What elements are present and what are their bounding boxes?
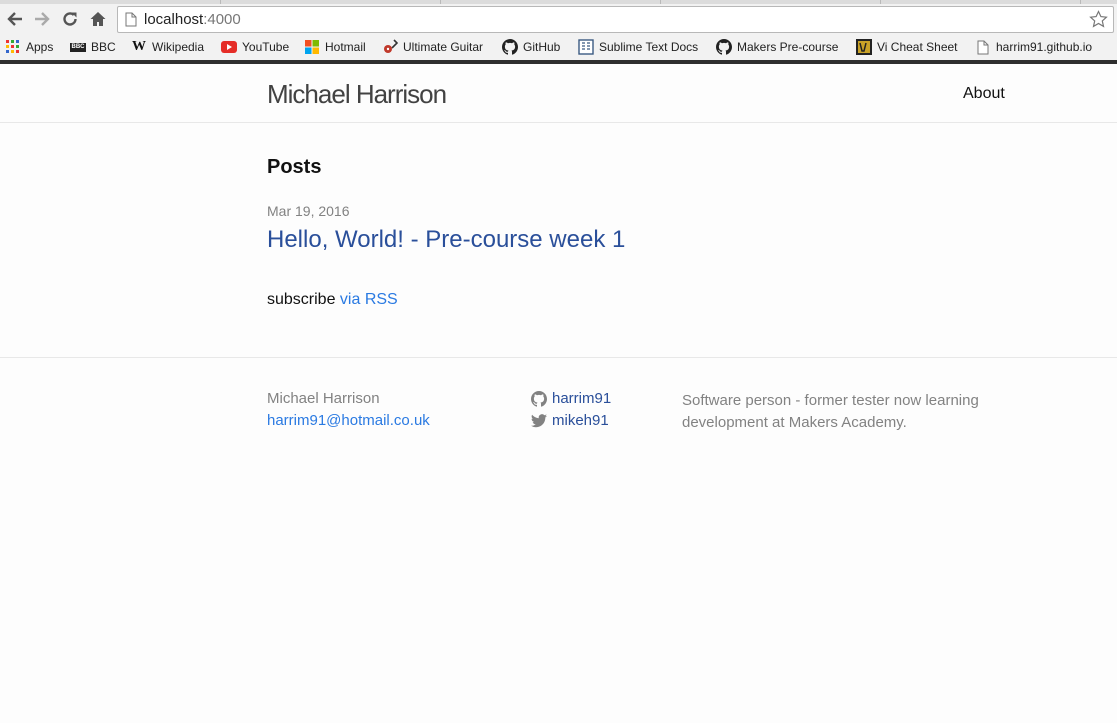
- footer-github-link[interactable]: harrim91: [531, 390, 611, 407]
- bookmark-bbc[interactable]: BBC BBC: [70, 38, 116, 56]
- bookmark-sublime-text-docs[interactable]: Sublime Text Docs: [578, 38, 698, 56]
- youtube-icon: [221, 39, 237, 55]
- subscribe-line: subscribe via RSS: [267, 291, 398, 309]
- bbc-icon: BBC: [70, 42, 86, 52]
- guitar-icon: [382, 39, 398, 55]
- bookmark-label: Hotmail: [325, 40, 366, 54]
- bookmark-label: Apps: [26, 40, 54, 54]
- bookmark-label: Makers Pre-course: [737, 40, 839, 54]
- bookmark-label: Sublime Text Docs: [599, 40, 699, 54]
- bookmark-label: GitHub: [523, 40, 561, 54]
- github-icon: [502, 39, 518, 55]
- vi-icon: [856, 39, 872, 55]
- bookmark-label: Ultimate Guitar: [403, 40, 484, 54]
- footer-description: Software person - former tester now lear…: [682, 392, 979, 431]
- github-icon: [531, 390, 547, 407]
- footer-email-link[interactable]: harrim91@hotmail.co.uk: [267, 412, 430, 429]
- rss-link[interactable]: via RSS: [340, 291, 398, 308]
- posts-heading: Posts: [267, 156, 322, 178]
- page-icon: [975, 39, 991, 55]
- forward-arrow-icon: [35, 12, 50, 26]
- twitter-icon: [531, 413, 547, 429]
- github-icon: [716, 39, 732, 55]
- bookmark-makers-pre-course[interactable]: Makers Pre-course: [716, 38, 838, 56]
- subscribe-text: subscribe: [267, 291, 340, 308]
- bookmark-github[interactable]: GitHub: [502, 38, 560, 56]
- bookmark-label: BBC: [91, 40, 116, 54]
- bookmark-hotmail[interactable]: Hotmail: [304, 38, 366, 56]
- bookmark-vi-cheat-sheet[interactable]: Vi Cheat Sheet: [856, 38, 958, 56]
- reload-icon: [63, 12, 77, 26]
- reload-button[interactable]: [59, 8, 81, 30]
- bookmark-ultimate-guitar[interactable]: Ultimate Guitar: [382, 38, 483, 56]
- bookmark-youtube[interactable]: YouTube: [221, 38, 289, 56]
- post-date: Mar 19, 2016: [267, 203, 350, 219]
- back-button[interactable]: [4, 8, 26, 30]
- footer-twitter-link[interactable]: mikeh91: [531, 412, 609, 429]
- home-button[interactable]: [87, 8, 109, 30]
- nav-about-link[interactable]: About: [963, 85, 1005, 103]
- microsoft-icon: [304, 39, 320, 55]
- bookmark-apps[interactable]: Apps: [5, 38, 53, 56]
- bookmark-harrim91-github-io[interactable]: harrim91.github.io: [975, 38, 1092, 56]
- bookmarks-bar: Apps BBC BBC W Wikipedia YouTube Hotmail: [0, 35, 1117, 59]
- site-header: Michael Harrison About: [0, 64, 1117, 123]
- twitter-username: mikeh91: [552, 412, 609, 429]
- github-username: harrim91: [552, 390, 612, 407]
- address-bar[interactable]: localhost:4000: [117, 6, 1114, 33]
- docs-icon: [578, 39, 594, 55]
- post-title-link[interactable]: Hello, World! - Pre-course week 1: [267, 226, 625, 254]
- bookmark-label: Vi Cheat Sheet: [877, 40, 958, 54]
- apps-grid-icon: [5, 39, 21, 55]
- back-arrow-icon: [7, 12, 22, 26]
- footer-author-name: Michael Harrison: [267, 390, 380, 407]
- page-icon: [125, 12, 137, 27]
- browser-chrome: localhost:4000 Apps BBC BBC W Wikipedia: [0, 0, 1117, 64]
- bookmark-label: YouTube: [242, 40, 290, 54]
- bookmark-label: harrim91.github.io: [996, 40, 1093, 54]
- home-icon: [90, 12, 106, 26]
- site-title-link[interactable]: Michael Harrison: [267, 79, 447, 110]
- forward-button[interactable]: [31, 8, 53, 30]
- bookmark-wikipedia[interactable]: W Wikipedia: [131, 38, 204, 56]
- url-text: localhost:4000: [144, 11, 241, 28]
- tab-strip: [0, 0, 1117, 4]
- bookmark-label: Wikipedia: [152, 40, 205, 54]
- bookmark-star-icon[interactable]: [1089, 10, 1108, 29]
- footer-divider: [0, 357, 1117, 358]
- wikipedia-icon: W: [132, 39, 146, 54]
